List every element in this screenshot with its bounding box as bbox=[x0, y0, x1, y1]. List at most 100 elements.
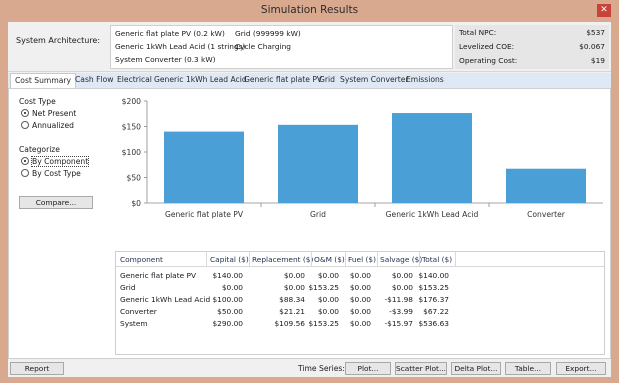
y-tick-label: $150 bbox=[122, 123, 141, 132]
x-category-label: Generic flat plate PV bbox=[165, 210, 244, 219]
architecture-label: System Architecture: bbox=[16, 36, 101, 45]
table-cell: $0.00 bbox=[349, 295, 371, 304]
architecture-item-battery: Generic 1kWh Lead Acid (1 strings) bbox=[115, 42, 246, 51]
table-cell: System bbox=[120, 319, 148, 328]
col-component[interactable]: Component bbox=[120, 255, 163, 264]
table-row[interactable]: Generic flat plate PV $140.00 $0.00 $0.00 $0… bbox=[116, 271, 604, 283]
cost-type-label: Cost Type bbox=[19, 97, 56, 106]
by-cost-type-radio[interactable]: By Cost Type bbox=[21, 169, 81, 178]
tab-lead-acid[interactable]: Generic 1kWh Lead Acid bbox=[154, 75, 247, 84]
table-cell: $0.00 bbox=[317, 295, 339, 304]
y-tick-label: $50 bbox=[127, 174, 142, 183]
table-cell: $50.00 bbox=[217, 307, 243, 316]
table-cell: $153.25 bbox=[418, 283, 449, 292]
table-cell: $0.00 bbox=[349, 319, 371, 328]
close-button[interactable]: ✕ bbox=[597, 4, 611, 17]
tab-flat-plate-pv[interactable]: Generic flat plate PV bbox=[244, 75, 322, 84]
radio-selected-icon bbox=[21, 157, 29, 165]
table-cell: $140.00 bbox=[212, 271, 243, 280]
radio-empty-icon bbox=[21, 121, 29, 129]
table-cell: Generic 1kWh Lead Acid bbox=[120, 295, 211, 304]
architecture-panel: System Architecture: Generic flat plate … bbox=[8, 22, 611, 72]
table-button[interactable]: Table... bbox=[505, 362, 551, 375]
total-npc-row: Total NPC: $537 bbox=[459, 28, 605, 40]
table-cell: Grid bbox=[120, 283, 136, 292]
title-bar[interactable]: Simulation Results ✕ bbox=[0, 0, 619, 22]
table-cell: $21.21 bbox=[279, 307, 305, 316]
table-row[interactable]: Generic 1kWh Lead Acid $100.00 $88.34 $0.00… bbox=[116, 295, 604, 307]
annualized-radio[interactable]: Annualized bbox=[21, 121, 74, 130]
levelized-coe-label: Levelized COE: bbox=[459, 42, 515, 51]
column-divider[interactable] bbox=[345, 252, 346, 267]
operating-cost-value: $19 bbox=[590, 56, 605, 65]
table-cell: -$3.99 bbox=[389, 307, 413, 316]
col-salvage[interactable]: Salvage ($) bbox=[380, 255, 422, 264]
table-cell: $140.00 bbox=[418, 271, 449, 280]
table-cell: $290.00 bbox=[212, 319, 243, 328]
categorize-label: Categorize bbox=[19, 145, 60, 154]
cost-bar-chart: $0 $50 $100 $150 $200 Generic flat plate PV Gr… bbox=[122, 97, 603, 219]
column-divider[interactable] bbox=[206, 252, 207, 267]
table-row[interactable]: Converter $50.00 $21.21 $0.00 $0.00 -$3.99 $67… bbox=[116, 307, 604, 319]
table-cell: $0.00 bbox=[317, 271, 339, 280]
tab-grid[interactable]: Grid bbox=[319, 75, 335, 84]
architecture-box: Generic flat plate PV (0.2 kW) Generic 1… bbox=[110, 25, 453, 69]
table-cell: $0.00 bbox=[221, 283, 243, 292]
column-divider[interactable] bbox=[311, 252, 312, 267]
cost-table: Component Capital ($) Replacement ($) O&… bbox=[115, 251, 605, 355]
table-cell: $0.00 bbox=[391, 283, 413, 292]
bottom-toolbar: Report Time Series: Plot... Scatter Plot… bbox=[8, 361, 611, 377]
y-tick-label: $0 bbox=[131, 199, 141, 208]
report-button[interactable]: Report bbox=[10, 362, 64, 375]
operating-cost-row: Operating Cost: $19 bbox=[459, 56, 605, 68]
architecture-item-converter: System Converter (0.3 kW) bbox=[115, 55, 216, 64]
table-cell: $0.00 bbox=[283, 283, 305, 292]
operating-cost-label: Operating Cost: bbox=[459, 56, 518, 65]
table-cell: Converter bbox=[120, 307, 157, 316]
column-divider[interactable] bbox=[419, 252, 420, 267]
column-divider[interactable] bbox=[249, 252, 250, 267]
architecture-item-pv: Generic flat plate PV (0.2 kW) bbox=[115, 29, 225, 38]
tab-electrical[interactable]: Electrical bbox=[117, 75, 152, 84]
radio-selected-icon bbox=[21, 109, 29, 117]
tab-emissions[interactable]: Emissions bbox=[406, 75, 444, 84]
col-total[interactable]: Total ($) bbox=[422, 255, 452, 264]
bar bbox=[392, 113, 472, 203]
window-client: System Architecture: Generic flat plate … bbox=[8, 22, 611, 377]
table-cell: $0.00 bbox=[391, 271, 413, 280]
table-cell: $67.22 bbox=[423, 307, 449, 316]
total-npc-value: $537 bbox=[586, 28, 605, 37]
tab-system-converter[interactable]: System Converter bbox=[340, 75, 409, 84]
net-present-radio[interactable]: Net Present bbox=[21, 109, 76, 118]
tab-cost-summary[interactable]: Cost Summary bbox=[10, 73, 76, 88]
col-om[interactable]: O&M ($) bbox=[314, 255, 345, 264]
table-cell: $153.25 bbox=[308, 319, 339, 328]
plot-button[interactable]: Plot... bbox=[345, 362, 391, 375]
table-cell: $109.56 bbox=[274, 319, 305, 328]
bar bbox=[164, 131, 244, 203]
col-replacement[interactable]: Replacement ($) bbox=[252, 255, 313, 264]
x-category-label: Generic 1kWh Lead Acid bbox=[386, 210, 479, 219]
col-capital[interactable]: Capital ($) bbox=[210, 255, 249, 264]
table-cell: -$11.98 bbox=[384, 295, 413, 304]
by-component-radio[interactable]: By Component bbox=[21, 156, 90, 167]
table-cell: -$15.97 bbox=[384, 319, 413, 328]
delta-plot-button[interactable]: Delta Plot... bbox=[451, 362, 501, 375]
export-button[interactable]: Export... bbox=[556, 362, 606, 375]
window-title: Simulation Results bbox=[260, 4, 359, 16]
table-row[interactable]: Grid $0.00 $0.00 $153.25 $0.00 $0.00 $153.25 bbox=[116, 283, 604, 295]
table-cell: Generic flat plate PV bbox=[120, 271, 197, 280]
tab-cash-flow[interactable]: Cash Flow bbox=[75, 75, 113, 84]
table-cell: $176.37 bbox=[418, 295, 449, 304]
y-tick-label: $200 bbox=[122, 97, 141, 106]
scatter-plot-button[interactable]: Scatter Plot... bbox=[395, 362, 447, 375]
col-fuel[interactable]: Fuel ($) bbox=[348, 255, 376, 264]
table-cell: $0.00 bbox=[349, 307, 371, 316]
column-divider[interactable] bbox=[455, 252, 456, 267]
radio-empty-icon bbox=[21, 169, 29, 177]
column-divider[interactable] bbox=[377, 252, 378, 267]
compare-button[interactable]: Compare... bbox=[19, 196, 93, 209]
architecture-item-grid: Grid (999999 kW) bbox=[235, 29, 301, 38]
cost-summary-box: Total NPC: $537 Levelized COE: $0.067 Op… bbox=[455, 25, 609, 69]
table-row[interactable]: System $290.00 $109.56 $153.25 $0.00 -$15.97 $… bbox=[116, 319, 604, 331]
